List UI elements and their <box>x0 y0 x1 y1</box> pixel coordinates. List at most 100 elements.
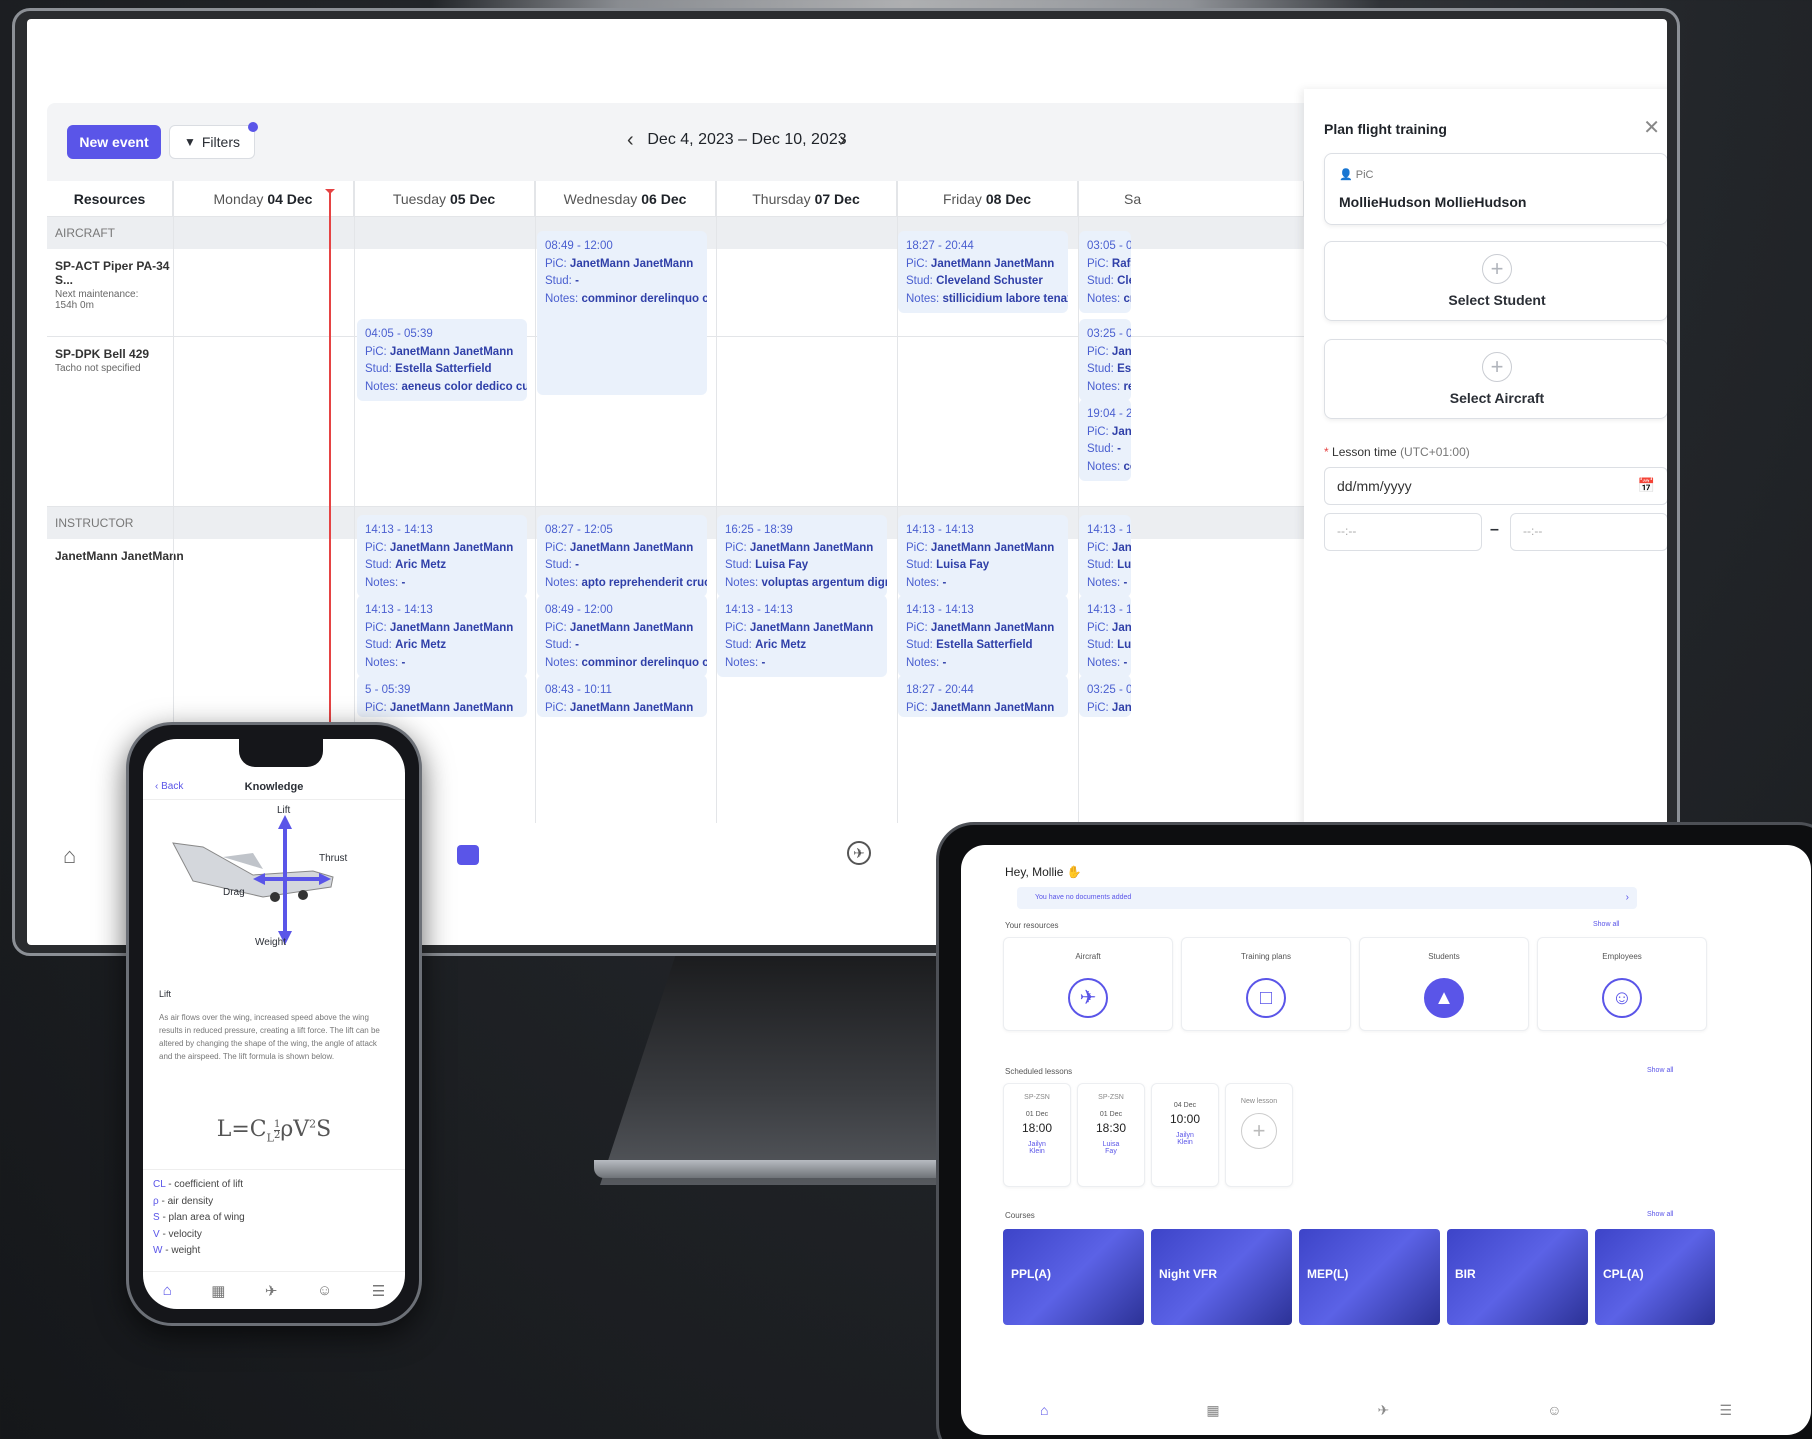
filters-button[interactable]: ▼ Filters <box>169 122 258 159</box>
end-time-input[interactable]: --:-- <box>1510 513 1667 551</box>
day-header[interactable]: Wednesday 06 Dec <box>535 181 716 217</box>
calendar-event[interactable]: 14:13 - 14:13 PiC: JanetMann JanetMann Stu… <box>357 515 527 597</box>
show-all-link[interactable]: Show all <box>1593 921 1619 928</box>
new-lesson-card[interactable]: New lesson + <box>1225 1083 1293 1187</box>
pic-card[interactable]: 👤 PiC MollieHudson MollieHudson <box>1324 153 1667 225</box>
event-notes: Notes: apto reprehenderit crucia... <box>545 576 707 589</box>
people-icon[interactable]: ☺ <box>317 1282 332 1299</box>
event-student: Stud: - <box>545 639 579 651</box>
calendar-event[interactable]: 03:25 - 05 PiC: Janet <box>1079 675 1131 717</box>
calendar-event[interactable]: 14:13 - 14:13 PiC: JanetMann JanetMann Stu… <box>898 515 1068 597</box>
calendar-icon[interactable]: ▦ <box>211 1282 225 1300</box>
event-notes: Notes: - <box>906 576 947 589</box>
calendar-event[interactable]: 03:25 - 05 PiC: Janet Stud: Este Notes: rep <box>1079 319 1131 401</box>
event-student: Stud: Aric Metz <box>365 559 447 571</box>
event-time: 16:25 - 18:39 <box>725 524 793 536</box>
event-pic: PiC: Janet <box>1087 425 1131 438</box>
weight-label: Weight <box>255 937 286 948</box>
calendar-event[interactable]: 19:04 - 20 PiC: Janet Stud: - Notes: cor <box>1079 399 1131 481</box>
resource-card-employees[interactable]: Employees ☺ <box>1537 937 1707 1031</box>
filter-icon: ▼ <box>183 135 196 149</box>
event-time: 18:27 - 20:44 <box>906 684 974 696</box>
resource-card-training-plans[interactable]: Training plans □ <box>1181 937 1351 1031</box>
calendar-event[interactable]: 14:13 - 14:13 PiC: JanetMann JanetMann Stu… <box>898 595 1068 677</box>
next-week-icon[interactable]: › <box>839 129 846 152</box>
day-header[interactable]: Sa <box>1078 181 1304 217</box>
calendar-icon[interactable]: 📅 <box>1638 477 1655 494</box>
day-date: 06 Dec <box>641 191 687 207</box>
course-card[interactable]: BIR <box>1447 1229 1588 1325</box>
day-header[interactable]: Thursday 07 Dec <box>716 181 897 217</box>
calendar-event[interactable]: 14:13 - 14 PiC: Janet Stud: Luisa Notes: - <box>1079 515 1131 597</box>
documents-alert[interactable]: You have no documents added › <box>1017 887 1637 909</box>
lesson-card[interactable]: SP-ZSN 01 Dec 18:30 Luisa Fay <box>1077 1083 1145 1187</box>
event-pic: PiC: Rafae <box>1087 257 1131 270</box>
calendar-event[interactable]: 08:43 - 10:11 PiC: JanetMann JanetMann <box>537 675 707 717</box>
new-event-button[interactable]: New event <box>67 125 161 159</box>
resource-label[interactable]: SP-DPK Bell 429 Tacho not specified <box>55 347 185 374</box>
day-header[interactable]: Monday 04 Dec <box>173 181 354 217</box>
day-header[interactable]: Friday 08 Dec <box>897 181 1078 217</box>
start-time-input[interactable]: --:-- <box>1324 513 1482 551</box>
course-card[interactable]: MEP(L) <box>1299 1229 1440 1325</box>
lesson-card[interactable]: SP-ZSN 01 Dec 18:00 Jailyn Klein <box>1003 1083 1071 1187</box>
day-name: Wednesday <box>563 191 638 207</box>
scheduled-lessons-title: Scheduled lessons <box>1005 1067 1073 1076</box>
home-icon[interactable]: ⌂ <box>63 843 76 869</box>
resource-label[interactable]: SP-ACT Piper PA-34 S... Next maintenance:… <box>55 259 185 311</box>
calendar-icon[interactable]: ▦ <box>1206 1402 1219 1419</box>
tablet-tabbar: ⌂ ▦ ✈ ☺ ☰ <box>961 1385 1811 1435</box>
calendar-event[interactable]: 18:27 - 20:44 PiC: JanetMann JanetMann <box>898 675 1068 717</box>
event-notes: Notes: - <box>1087 576 1128 589</box>
home-icon[interactable]: ⌂ <box>163 1282 172 1299</box>
home-icon[interactable]: ⌂ <box>1040 1402 1048 1418</box>
resource-label[interactable]: JanetMann JanetMann <box>55 549 185 563</box>
tablet-screen: Hey, Mollie ✋ You have no documents adde… <box>961 845 1811 1435</box>
event-notes: Notes: - <box>906 656 947 669</box>
calendar-event[interactable]: 18:27 - 20:44 PiC: JanetMann JanetMann Stu… <box>898 231 1068 313</box>
flight-nav-icon[interactable]: ✈ <box>847 841 871 865</box>
column-divider <box>535 181 536 823</box>
calendar-event[interactable]: 5 - 05:39 PiC: JanetMann JanetMann <box>357 675 527 717</box>
event-notes: Notes: aeneus color dedico cura ... <box>365 380 527 393</box>
flight-icon[interactable]: ✈ <box>265 1282 278 1300</box>
event-student: Stud: - <box>1087 443 1121 455</box>
show-all-link[interactable]: Show all <box>1647 1211 1673 1218</box>
calendar-nav-icon[interactable] <box>457 845 479 865</box>
event-pic: PiC: JanetMann JanetMann <box>906 541 1055 554</box>
lift-formula: L=CL 1 2 ρV2S <box>216 1117 332 1145</box>
resource-name: SP-ACT Piper PA-34 S... <box>55 259 170 287</box>
calendar-event[interactable]: 08:49 - 12:00 PiC: JanetMann JanetMann Stu… <box>537 595 707 677</box>
pic-label: 👤 PiC <box>1339 169 1374 181</box>
calendar-event[interactable]: 14:13 - 14:13 PiC: JanetMann JanetMann Stu… <box>357 595 527 677</box>
show-all-link[interactable]: Show all <box>1647 1067 1673 1074</box>
course-card[interactable]: PPL(A) <box>1003 1229 1144 1325</box>
lesson-card[interactable]: 04 Dec 10:00 Jailyn Klein <box>1151 1083 1219 1187</box>
calendar-event[interactable]: 14:13 - 14:13 PiC: JanetMann JanetMann Stu… <box>717 595 887 677</box>
day-header[interactable]: Tuesday 05 Dec <box>354 181 535 217</box>
resource-card-aircraft[interactable]: Aircraft ✈ <box>1003 937 1173 1031</box>
resource-card-students[interactable]: Students ▲ <box>1359 937 1529 1031</box>
calendar-event[interactable]: 08:49 - 12:00 PiC: JanetMann JanetMann Stu… <box>537 231 707 395</box>
calendar-event[interactable]: 16:25 - 18:39 PiC: JanetMann JanetMann Stu… <box>717 515 887 597</box>
day-date: 07 Dec <box>814 191 860 207</box>
select-aircraft-card[interactable]: + Select Aircraft <box>1324 339 1667 419</box>
flight-icon[interactable]: ✈ <box>1378 1402 1390 1419</box>
lesson-date-input[interactable]: dd/mm/yyyy 📅 <box>1324 467 1667 505</box>
event-pic: PiC: Janet <box>1087 345 1131 358</box>
phone-title: Knowledge <box>244 781 304 793</box>
select-student-card[interactable]: + Select Student <box>1324 241 1667 321</box>
calendar-event[interactable]: 14:13 - 14 PiC: Janet Stud: Luisa Notes: - <box>1079 595 1131 677</box>
close-icon[interactable]: ✕ <box>1643 115 1660 140</box>
event-time: 14:13 - 14 <box>1087 524 1131 536</box>
event-notes: Notes: - <box>365 656 406 669</box>
menu-icon[interactable]: ☰ <box>372 1282 385 1300</box>
calendar-event[interactable]: 03:05 - 04 PiC: Rafae Stud: Clev Notes: cri <box>1079 231 1131 313</box>
course-card[interactable]: Night VFR <box>1151 1229 1292 1325</box>
calendar-event[interactable]: 04:05 - 05:39 PiC: JanetMann JanetMann Stu… <box>357 319 527 401</box>
book-icon: □ <box>1246 978 1286 1018</box>
course-card[interactable]: CPL(A) <box>1595 1229 1715 1325</box>
calendar-event[interactable]: 08:27 - 12:05 PiC: JanetMann JanetMann Stu… <box>537 515 707 597</box>
people-icon[interactable]: ☺ <box>1547 1402 1561 1418</box>
menu-icon[interactable]: ☰ <box>1719 1402 1732 1419</box>
